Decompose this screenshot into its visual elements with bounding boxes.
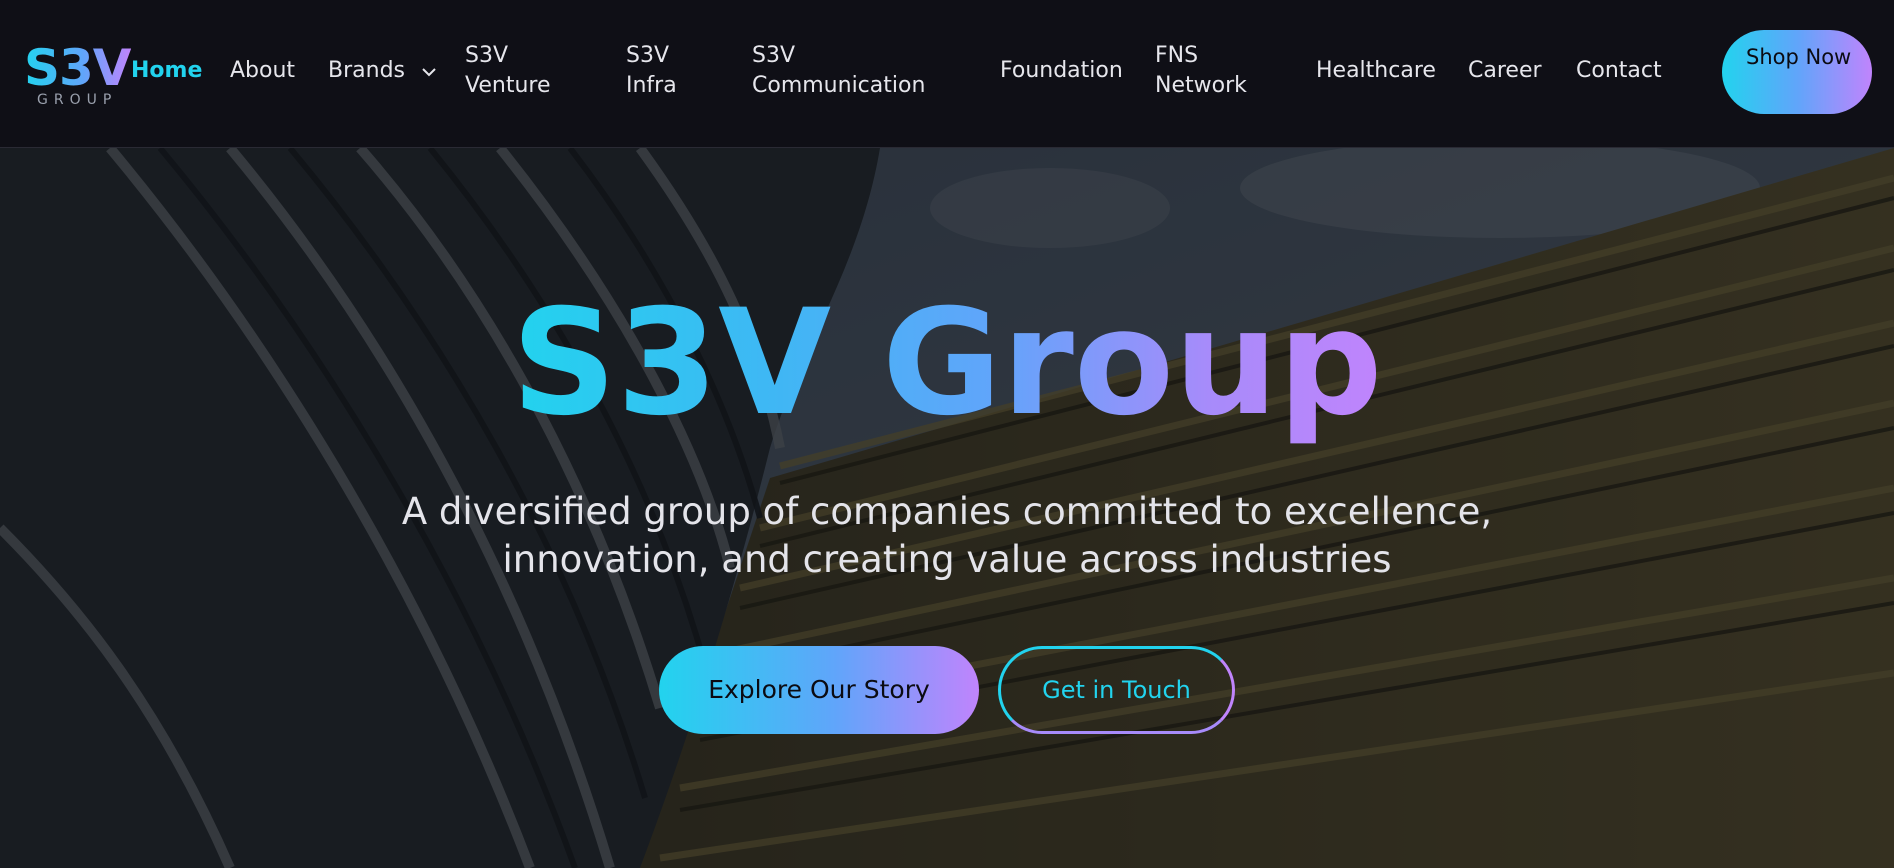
- nav-s3v-venture[interactable]: S3V Venture: [465, 41, 575, 101]
- nav-brands-label: Brands: [328, 58, 405, 83]
- hero-title: S3V Group: [0, 278, 1894, 448]
- nav-foundation[interactable]: Foundation: [1000, 56, 1123, 86]
- logo-subtitle: GROUP: [37, 92, 118, 108]
- nav-s3v-communication[interactable]: S3V Communication: [752, 41, 942, 101]
- nav-career[interactable]: Career: [1468, 56, 1542, 86]
- nav-brands[interactable]: Brands: [328, 56, 436, 86]
- chevron-down-icon: [422, 56, 436, 86]
- get-in-touch-button[interactable]: Get in Touch: [998, 646, 1235, 734]
- hero-section: S3V Group A diversified group of compani…: [0, 148, 1894, 868]
- nav-healthcare[interactable]: Healthcare: [1316, 56, 1436, 86]
- shop-now-button[interactable]: Shop Now: [1722, 30, 1872, 114]
- s3v-group-logo[interactable]: S3V GROUP: [24, 42, 134, 112]
- hero-subtitle: A diversified group of companies committ…: [401, 490, 1493, 581]
- logo-wordmark: S3V: [24, 39, 131, 97]
- explore-our-story-button[interactable]: Explore Our Story: [659, 646, 979, 734]
- nav-home[interactable]: Home: [131, 56, 202, 86]
- nav-fns-network[interactable]: FNS Network: [1155, 41, 1265, 101]
- site-header: S3V GROUP Home About Brands S3V Venture …: [0, 0, 1894, 148]
- nav-about[interactable]: About: [230, 56, 295, 86]
- nav-s3v-infra[interactable]: S3V Infra: [626, 41, 706, 101]
- hero-title-text: S3V Group: [511, 278, 1383, 448]
- nav-contact[interactable]: Contact: [1576, 56, 1662, 86]
